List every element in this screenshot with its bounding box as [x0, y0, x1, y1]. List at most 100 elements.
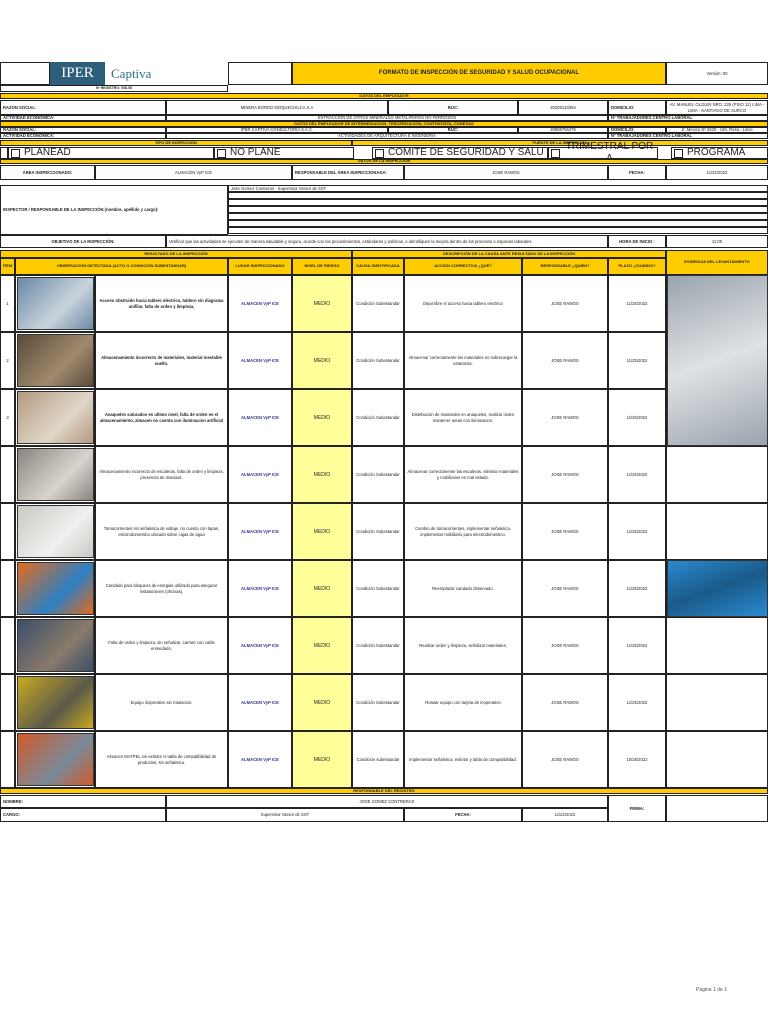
checkbox[interactable] [674, 148, 683, 158]
deadline: 11/25/2022 [608, 617, 666, 674]
section-inspeccion: DATOS DE LA INSPECCIÓN [0, 158, 768, 164]
label: Nº TRABAJADORES CENTRO LABORAL [608, 133, 768, 139]
item-number [0, 674, 15, 731]
risk-level: MEDIO [292, 503, 352, 560]
page-number: Página 1 de 1 [696, 987, 727, 993]
checkbox-label: PLANEAD [24, 147, 71, 158]
place: ALMACEN VyP ICE [228, 731, 292, 788]
item-number: 3 [0, 389, 15, 446]
employer-ruc: 20209133394 [518, 100, 608, 115]
deadline: 11/25/2022 [608, 332, 666, 389]
section-fuente: FUENTE DE LA INSPECCIÓN [352, 140, 768, 146]
checkbox-option[interactable]: PROGRAMA [671, 147, 768, 159]
evidence-header: EVIDENCIA DEL LEVANTAMIENTO [666, 250, 768, 275]
responsible: JOSE RAMOS [522, 731, 608, 788]
risk-level: MEDIO [292, 332, 352, 389]
label: CARGO: [0, 808, 166, 822]
corrective-action: Distribucion de materiales en anaqueles,… [404, 389, 522, 446]
deadline: 11/25/2022 [608, 275, 666, 332]
column-header: OBSERVACIÓN DETECTADA (ACTO O CONDICIÓN … [15, 258, 228, 275]
observation-photo-image [17, 391, 94, 444]
inspector-line[interactable] [228, 199, 768, 206]
cause: Condición Subestandar [352, 275, 404, 332]
deadline: 11/25/2022 [608, 674, 666, 731]
place: ALMACEN VyP ICE [228, 389, 292, 446]
area-value: ALMACÉN VyP ICE [95, 165, 292, 180]
checkbox[interactable] [217, 148, 226, 158]
checkbox-label: COMITE DE SEGURIDAD Y SALU [388, 147, 544, 158]
risk-level: MEDIO [292, 446, 352, 503]
version: Versión: 00 [666, 62, 768, 85]
item-number [0, 446, 15, 503]
responsible: JOSE RAMOS [522, 674, 608, 731]
inspector-line[interactable] [228, 192, 768, 199]
place: ALMACEN VyP ICE [228, 503, 292, 560]
place: ALMACEN VyP ICE [228, 617, 292, 674]
checkbox[interactable] [11, 148, 20, 158]
inspector-line[interactable] [228, 220, 768, 227]
place: ALMACEN VyP ICE [228, 332, 292, 389]
observation-text: Almacenamiento incorrecto de materiales,… [95, 332, 228, 389]
place: ALMACEN VyP ICE [228, 674, 292, 731]
responsible: JOSE RAMOS [522, 560, 608, 617]
inspector-line[interactable] [228, 213, 768, 220]
inspection-date: 11/22/2022 [666, 165, 768, 180]
registrant-role: Supervisor Senior de SST [166, 808, 404, 822]
place: ALMACEN VyP ICE [228, 560, 292, 617]
risk-level: MEDIO [292, 560, 352, 617]
cause: Condición Subestandar [352, 560, 404, 617]
registro-number: Nº REGISTRO: 008-08 [0, 85, 228, 92]
deadline: 11/25/2022 [608, 503, 666, 560]
checkbox-option[interactable]: PLANEAD [8, 147, 214, 159]
label: ACTIVIDAD ECONÓMICA: [0, 133, 166, 139]
label: INSPECTOR / RESPONSABLE DE LA INSPECCIÓN… [0, 185, 228, 235]
item-number [0, 731, 15, 788]
place: ALMACEN VyP ICE [228, 275, 292, 332]
evidence-cell [666, 731, 768, 788]
intermediary-activity: ACTIVIDADES DE ARQUITECTURA E INGENIERIA [166, 133, 608, 139]
inspector-line[interactable] [228, 206, 768, 213]
objective-text: Verificar que las actividades se ejecute… [166, 235, 608, 248]
column-header: ÍTEM [0, 258, 15, 275]
cause: Condición Subestandar [352, 446, 404, 503]
checkbox-option[interactable]: NO PLANE [214, 147, 354, 159]
responsible: JOSE RAMOS [522, 389, 608, 446]
observation-text: Candado para bloqueos de energias utiliz… [95, 560, 228, 617]
cause: Condición Subestandar [352, 389, 404, 446]
label: RAZON SOCIAL: [0, 100, 166, 115]
inspector-name[interactable]: Jose Gomez Contreras - Supervisor Senior… [228, 185, 768, 192]
label: NOMBRE: [0, 795, 166, 808]
checkbox[interactable] [375, 148, 384, 158]
responsible: JOSE RAMOS [522, 503, 608, 560]
start-time: 11:00 [666, 235, 768, 248]
inspector-line[interactable] [228, 227, 768, 234]
observation-text: Falta de orden y limpieza, sin señalizar… [95, 617, 228, 674]
section-descripcion: DESCRIPCIÓN DE LA CAUSA ANTE RESULTADO D… [352, 250, 666, 258]
label: OBJETIVO DE LA INSPECCIÓN: [0, 235, 166, 248]
risk-level: MEDIO [292, 674, 352, 731]
observation-text: Equipo inoperativo sin rotulacion. [95, 674, 228, 731]
observation-text: Anaqueles saturados en ultimo nivel, fal… [95, 389, 228, 446]
label: FIRMA: [608, 795, 666, 822]
section-resultado: RESULTADO DE LA INSPECCIÓN [0, 250, 352, 258]
label: FECHA: [608, 165, 666, 180]
responsible: JOSE RAMOS [522, 617, 608, 674]
observation-text: Acceso obstruido hacia tablero eléctrico… [95, 275, 228, 332]
column-header: LUGAR INSPECCIONADO [228, 258, 292, 275]
corrective-action: Reemplazar candado observado. [404, 560, 522, 617]
signature-field[interactable] [666, 795, 768, 822]
checkbox[interactable] [551, 148, 560, 158]
observation-text: Almacen MATPEL sin extintor ni tabla de … [95, 731, 228, 788]
deadline: 11/25/2022 [608, 389, 666, 446]
section-tipo: TIPO DE INSPECCIÓN [0, 140, 352, 146]
deadline: 10/25/2022 [608, 731, 666, 788]
item-number: 1 [0, 275, 15, 332]
column-header: RESPONSABLE ¿QUIÉN? [522, 258, 608, 275]
risk-level: MEDIO [292, 275, 352, 332]
checkbox-label: PROGRAMA [687, 147, 746, 158]
cause: Condición Subestandar [352, 332, 404, 389]
item-number: 2 [0, 332, 15, 389]
column-header: ACCIÓN CORRECTIVA ¿QUÉ? [404, 258, 522, 275]
employer-name: MINERA BORDO MOQUECHILCA S.A [166, 100, 388, 115]
checkbox-option[interactable]: TRIMESTRAL POR A [548, 141, 658, 164]
